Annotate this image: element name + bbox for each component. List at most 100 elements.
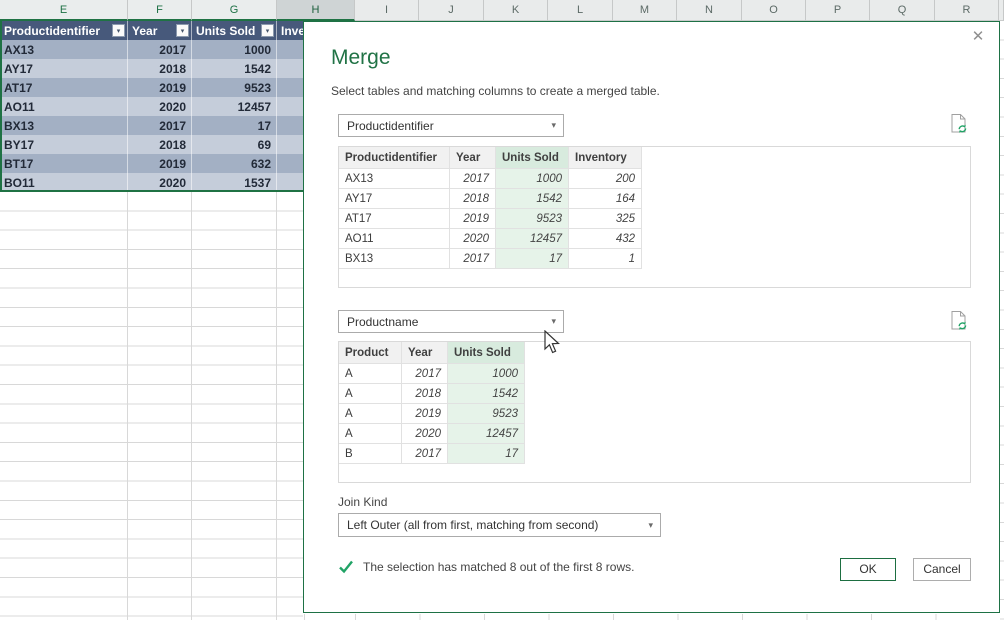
column-header-I[interactable]: I: [355, 0, 419, 21]
cell[interactable]: 12457: [448, 424, 525, 444]
cell[interactable]: 2019: [450, 209, 496, 229]
cell[interactable]: A: [339, 404, 402, 424]
cell[interactable]: 1542: [192, 59, 277, 78]
cell[interactable]: 1542: [448, 384, 525, 404]
cell[interactable]: 9523: [192, 78, 277, 97]
cell[interactable]: 2017: [128, 116, 192, 135]
cell[interactable]: 12457: [496, 229, 569, 249]
column-header-G[interactable]: G: [192, 0, 277, 21]
cell[interactable]: BX13: [0, 116, 128, 135]
column-header-J[interactable]: J: [419, 0, 484, 21]
filter-button[interactable]: ▾: [112, 24, 125, 37]
cell[interactable]: 1537: [192, 173, 277, 192]
preview-column-header[interactable]: Inventory: [569, 147, 642, 169]
cell[interactable]: [277, 154, 303, 173]
cell[interactable]: A: [339, 384, 402, 404]
cell[interactable]: 325: [569, 209, 642, 229]
cell[interactable]: 632: [192, 154, 277, 173]
cell[interactable]: 2018: [128, 135, 192, 154]
cell[interactable]: BO11: [0, 173, 128, 192]
join-kind-dropdown[interactable]: Left Outer (all from first, matching fro…: [338, 513, 661, 537]
column-header-M[interactable]: M: [613, 0, 677, 21]
column-header-L[interactable]: L: [548, 0, 613, 21]
cell[interactable]: 2020: [128, 97, 192, 116]
cell[interactable]: 2020: [128, 173, 192, 192]
column-header-K[interactable]: K: [484, 0, 548, 21]
cell[interactable]: AX13: [0, 40, 128, 59]
cancel-button[interactable]: Cancel: [913, 558, 971, 581]
second-table-selector[interactable]: Productname ▾: [338, 310, 564, 333]
column-header-E[interactable]: E: [0, 0, 128, 21]
preview-column-header[interactable]: Product: [339, 342, 402, 364]
cell[interactable]: 9523: [496, 209, 569, 229]
cell[interactable]: BY17: [0, 135, 128, 154]
cell[interactable]: 17: [192, 116, 277, 135]
cell[interactable]: 2018: [450, 189, 496, 209]
cell[interactable]: AY17: [0, 59, 128, 78]
preview-column-header[interactable]: Year: [402, 342, 448, 364]
cell[interactable]: [277, 135, 303, 154]
cell[interactable]: BX13: [339, 249, 450, 269]
filter-button[interactable]: ▾: [176, 24, 189, 37]
cell[interactable]: 17: [496, 249, 569, 269]
cell[interactable]: 1000: [496, 169, 569, 189]
cell[interactable]: BT17: [0, 154, 128, 173]
cell[interactable]: 2018: [128, 59, 192, 78]
cell[interactable]: [277, 173, 303, 192]
refresh-preview-icon[interactable]: [950, 113, 970, 135]
column-header-P[interactable]: P: [806, 0, 870, 21]
cell[interactable]: 2017: [128, 40, 192, 59]
close-icon[interactable]: ✕: [968, 27, 988, 47]
column-header-R[interactable]: R: [935, 0, 999, 21]
cell[interactable]: 2017: [450, 169, 496, 189]
column-header-O[interactable]: O: [742, 0, 806, 21]
cell[interactable]: AY17: [339, 189, 450, 209]
cell[interactable]: 12457: [192, 97, 277, 116]
column-header-H[interactable]: H: [277, 0, 355, 21]
cell[interactable]: 1000: [192, 40, 277, 59]
cell[interactable]: 2019: [128, 78, 192, 97]
column-header-F[interactable]: F: [128, 0, 192, 21]
cell[interactable]: 164: [569, 189, 642, 209]
cell[interactable]: 1000: [448, 364, 525, 384]
cell[interactable]: [277, 59, 303, 78]
cell[interactable]: AO11: [339, 229, 450, 249]
cell[interactable]: 2017: [402, 364, 448, 384]
cell[interactable]: B: [339, 444, 402, 464]
cell[interactable]: [277, 40, 303, 59]
cell[interactable]: 2019: [402, 404, 448, 424]
cell[interactable]: AT17: [339, 209, 450, 229]
cell[interactable]: AX13: [339, 169, 450, 189]
cell[interactable]: 2017: [450, 249, 496, 269]
cell[interactable]: 9523: [448, 404, 525, 424]
first-table-selector[interactable]: Productidentifier ▾: [338, 114, 564, 137]
column-header-N[interactable]: N: [677, 0, 742, 21]
cell[interactable]: 2020: [402, 424, 448, 444]
preview-column-header[interactable]: Year: [450, 147, 496, 169]
cell[interactable]: 2018: [402, 384, 448, 404]
column-header-Q[interactable]: Q: [870, 0, 935, 21]
cell[interactable]: A: [339, 364, 402, 384]
cell[interactable]: 2019: [128, 154, 192, 173]
cell[interactable]: 200: [569, 169, 642, 189]
cell[interactable]: AO11: [0, 97, 128, 116]
cell[interactable]: [277, 78, 303, 97]
sheet-header-inventory[interactable]: Inventory: [277, 21, 303, 40]
sheet-header-productidentifier[interactable]: Productidentifier ▾: [0, 21, 128, 40]
cell[interactable]: [277, 116, 303, 135]
cell[interactable]: [277, 97, 303, 116]
refresh-preview-icon[interactable]: [950, 310, 970, 332]
cell[interactable]: 1542: [496, 189, 569, 209]
ok-button[interactable]: OK: [840, 558, 896, 581]
sheet-header-year[interactable]: Year ▾: [128, 21, 192, 40]
cell[interactable]: 1: [569, 249, 642, 269]
filter-button[interactable]: ▾: [261, 24, 274, 37]
cell[interactable]: 432: [569, 229, 642, 249]
preview-column-header-selected[interactable]: Units Sold: [448, 342, 525, 364]
cell[interactable]: A: [339, 424, 402, 444]
cell[interactable]: AT17: [0, 78, 128, 97]
cell[interactable]: 69: [192, 135, 277, 154]
preview-column-header-selected[interactable]: Units Sold: [496, 147, 569, 169]
preview-column-header[interactable]: Productidentifier: [339, 147, 450, 169]
sheet-header-units-sold[interactable]: Units Sold ▾: [192, 21, 277, 40]
